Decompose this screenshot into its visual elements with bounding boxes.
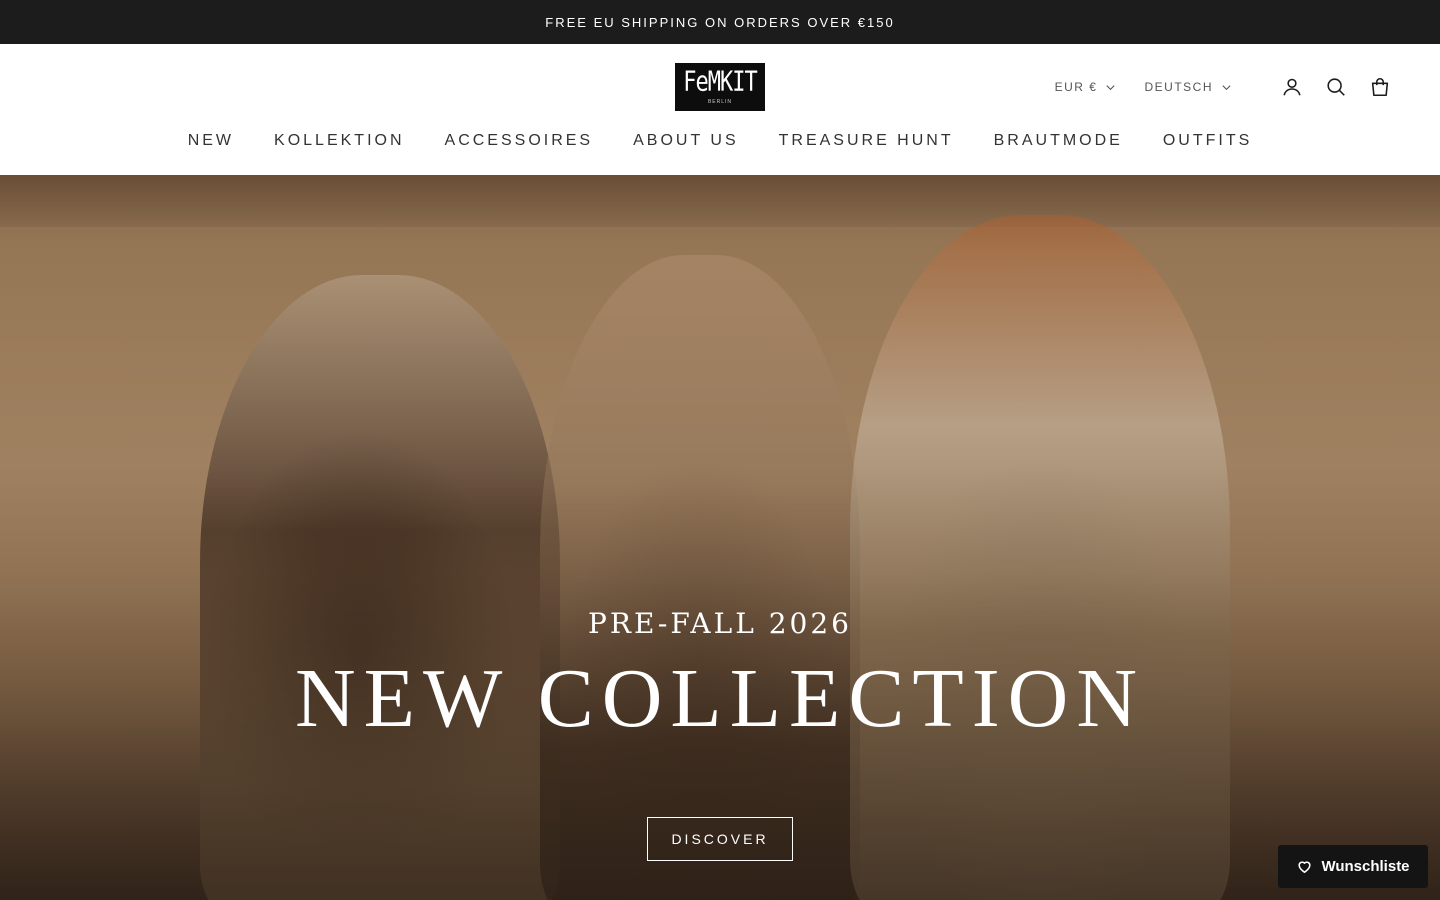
hero-banner: PRE-FALL 2026 NEW COLLECTION DISCOVER xyxy=(0,175,1440,900)
announcement-bar: FREE EU SHIPPING ON ORDERS OVER €150 xyxy=(0,0,1440,44)
hero-overlay xyxy=(0,175,1440,900)
nav-item-kollektion[interactable]: KOLLEKTION xyxy=(274,132,404,150)
nav-item-accessoires[interactable]: ACCESSOIRES xyxy=(445,132,594,150)
search-button[interactable] xyxy=(1324,75,1348,99)
search-icon xyxy=(1327,78,1345,96)
wishlist-label: Wunschliste xyxy=(1321,858,1410,875)
wishlist-button[interactable]: Wunschliste xyxy=(1278,845,1428,888)
chevron-down-icon xyxy=(1222,84,1231,90)
currency-label: EUR € xyxy=(1054,80,1098,94)
header-utilities: EUR € DEUTSCH xyxy=(1055,75,1392,99)
logo-subtext: BERLIN xyxy=(707,98,733,105)
language-selector[interactable]: DEUTSCH xyxy=(1144,80,1232,94)
cart-button[interactable] xyxy=(1368,75,1392,99)
heart-icon xyxy=(1298,861,1312,873)
chevron-down-icon xyxy=(1106,84,1116,90)
announcement-text: FREE EU SHIPPING ON ORDERS OVER €150 xyxy=(545,14,895,30)
language-label: DEUTSCH xyxy=(1144,80,1213,94)
logo-wordmark: FeMKIT xyxy=(683,66,757,98)
hero-subtitle: PRE-FALL 2026 xyxy=(588,607,852,640)
account-button[interactable] xyxy=(1280,75,1304,99)
brand-logo[interactable]: FeMKIT BERLIN xyxy=(675,63,765,111)
nav-item-brautmode[interactable]: BRAUTMODE xyxy=(994,132,1123,150)
currency-selector[interactable]: EUR € xyxy=(1055,80,1117,94)
site-header: FeMKIT BERLIN EUR € DEUTSCH NEW KOLLEKTI… xyxy=(0,44,1440,175)
nav-item-outfits[interactable]: OUTFITS xyxy=(1163,132,1252,150)
hero-title: NEW COLLECTION xyxy=(295,652,1145,745)
nav-item-new[interactable]: NEW xyxy=(188,132,234,150)
account-icon xyxy=(1283,78,1301,96)
main-navigation: NEW KOLLEKTION ACCESSOIRES ABOUT US TREA… xyxy=(0,132,1440,150)
nav-item-treasure-hunt[interactable]: TREASURE HUNT xyxy=(779,132,954,150)
cart-icon xyxy=(1371,78,1389,97)
discover-button[interactable]: DISCOVER xyxy=(647,817,793,861)
nav-item-about-us[interactable]: ABOUT US xyxy=(633,132,739,150)
